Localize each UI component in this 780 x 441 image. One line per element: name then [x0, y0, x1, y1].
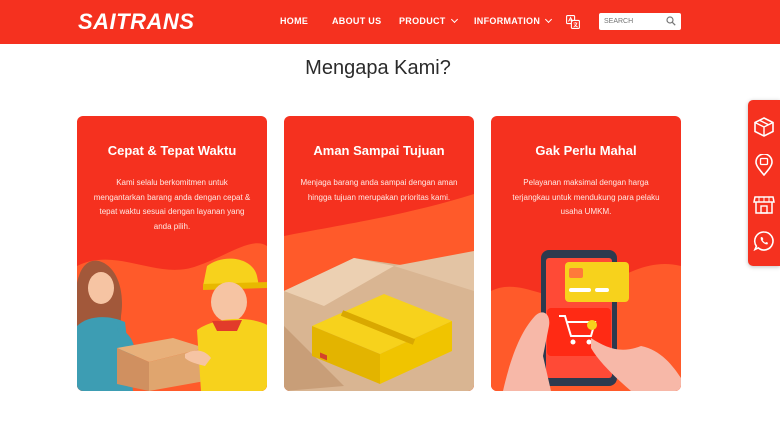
- nav-about-label: ABOUT US: [332, 16, 382, 26]
- card-title: Gak Perlu Mahal: [535, 143, 637, 158]
- nav-information-label: INFORMATION: [474, 16, 541, 26]
- nav-home-label: HOME: [280, 16, 309, 26]
- nav-information[interactable]: INFORMATION: [474, 15, 553, 26]
- translate-icon[interactable]: [566, 15, 580, 29]
- whatsapp-icon[interactable]: [753, 230, 775, 252]
- feature-card-affordable: Gak Perlu Mahal Pelayanan maksimal denga…: [491, 116, 681, 391]
- search-input[interactable]: [599, 14, 661, 29]
- nav-home[interactable]: HOME: [280, 16, 308, 26]
- nav-product-label: PRODUCT: [399, 16, 446, 26]
- card-description: Menjaga barang anda sampai dengan aman h…: [300, 178, 458, 202]
- card-description: Kami selalu berkomitmen untuk mengantark…: [93, 178, 251, 231]
- nav-about-us[interactable]: ABOUT US: [332, 16, 381, 26]
- top-navbar: SAITRANS HOME ABOUT US PRODUCT INFORMATI…: [0, 0, 780, 44]
- search-box: [599, 13, 681, 30]
- chevron-down-icon: [545, 15, 553, 24]
- card-title: Aman Sampai Tujuan: [313, 143, 445, 158]
- card-description: Pelayanan maksimal dengan harga terjangk…: [512, 178, 660, 216]
- card-title: Cepat & Tepat Waktu: [107, 143, 237, 158]
- brand-logo[interactable]: SAITRANS: [78, 9, 194, 35]
- nav-product[interactable]: PRODUCT: [399, 15, 458, 26]
- package-icon[interactable]: [753, 116, 775, 138]
- feature-card-safe: Aman Sampai Tujuan Menjaga barang anda s…: [284, 116, 474, 391]
- floating-contact-bar: [748, 100, 780, 266]
- chevron-down-icon: [450, 15, 458, 24]
- store-icon[interactable]: [753, 193, 775, 215]
- section-title: Mengapa Kami?: [305, 57, 451, 79]
- feature-card-fast: Cepat & Tepat Waktu Kami selalu berkomit…: [77, 116, 267, 391]
- location-icon[interactable]: [753, 154, 775, 176]
- search-icon[interactable]: [666, 16, 676, 26]
